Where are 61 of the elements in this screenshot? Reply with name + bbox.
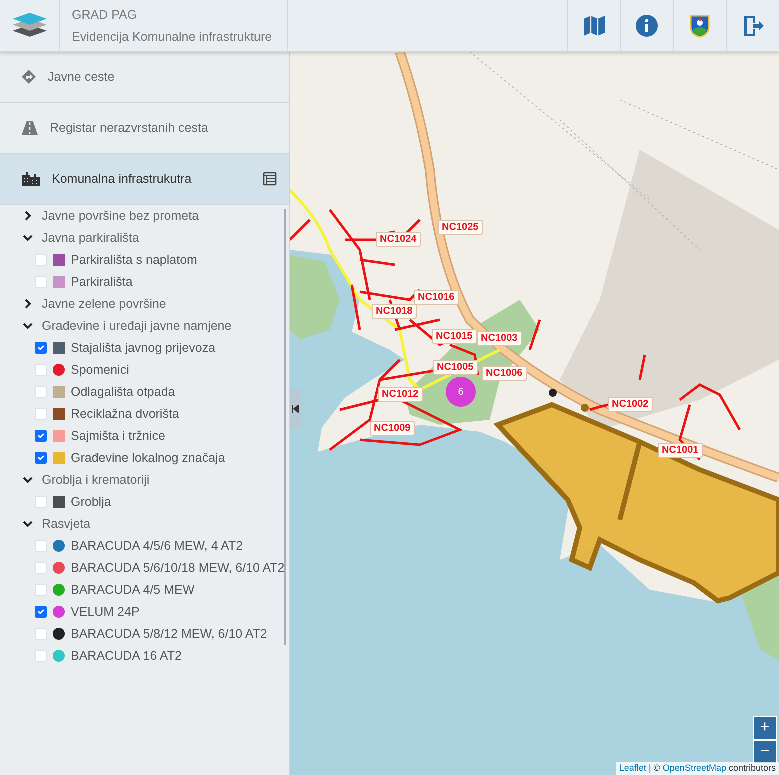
road-label[interactable]: NC1003 — [477, 331, 522, 346]
layer-label[interactable]: BARACUDA 5/6/10/18 MEW, 6/10 AT2 — [71, 558, 285, 578]
road-label[interactable]: NC1025 — [438, 220, 483, 235]
info-icon[interactable] — [635, 14, 659, 38]
map-icon[interactable] — [582, 14, 606, 38]
layer-label[interactable]: BARACUDA 16 AT2 — [71, 646, 182, 666]
collapse-icon[interactable] — [292, 405, 300, 413]
group-label[interactable]: Javna parkirališta — [42, 228, 140, 248]
nav-item[interactable]: Komunalna infrastrukutra — [0, 154, 289, 205]
collapse-sidebar-button[interactable] — [290, 389, 302, 429]
layer-label[interactable]: Reciklažna dvorišta — [71, 404, 180, 424]
layer-label[interactable]: BARACUDA 4/5/6 MEW, 4 AT2 — [71, 536, 244, 556]
group-label[interactable]: Građevine i uređaji javne namjene — [42, 316, 232, 336]
road-label[interactable]: NC1015 — [432, 329, 477, 344]
group-label[interactable]: Rasvjeta — [42, 514, 91, 534]
app-subtitle: Evidencija Komunalne infrastrukture — [72, 28, 274, 46]
group-label[interactable]: Groblja i krematoriji — [42, 470, 150, 490]
road-icon — [22, 121, 38, 135]
road-label[interactable]: NC1012 — [378, 387, 423, 402]
map-point-marker[interactable] — [581, 404, 589, 412]
scrollbar[interactable] — [284, 209, 286, 645]
zoom-out-button[interactable]: − — [753, 740, 777, 764]
layer-label[interactable]: Stajališta javnog prijevoza — [71, 338, 216, 358]
direction-sign-icon — [22, 70, 36, 84]
road-label[interactable]: NC1006 — [482, 366, 527, 381]
openstreetmap-link[interactable]: OpenStreetMap — [662, 762, 726, 772]
buildings-icon — [22, 172, 40, 186]
layer-checkbox[interactable] — [35, 606, 47, 618]
road-label[interactable]: NC1005 — [433, 360, 478, 375]
layer-checkbox[interactable] — [35, 342, 47, 354]
layer-checkbox[interactable] — [35, 452, 47, 464]
table-icon[interactable] — [263, 172, 277, 186]
group-label[interactable]: Javne površine bez prometa — [42, 206, 200, 226]
municipal-area-polygon[interactable] — [496, 402, 779, 604]
layer-label[interactable]: Parkirališta s naplatom — [71, 250, 198, 270]
group-label[interactable]: Javne zelene površine — [42, 294, 166, 314]
road-label[interactable]: NC1018 — [372, 304, 417, 319]
layer-label[interactable]: BARACUDA 5/8/12 MEW, 6/10 AT2 — [71, 624, 268, 644]
app-title: GRAD PAG — [72, 6, 138, 24]
logout-icon[interactable] — [741, 14, 765, 38]
road-label[interactable]: NC1024 — [376, 232, 421, 247]
layer-label[interactable]: Građevine lokalnog značaja — [71, 448, 226, 468]
road-label[interactable]: NC1002 — [608, 397, 653, 412]
layer-label[interactable]: Groblja — [71, 492, 112, 512]
layer-label[interactable]: Odlagališta otpada — [71, 382, 176, 402]
nav-item[interactable]: Javne ceste — [0, 52, 289, 103]
map-attribution: Leaflet | © OpenStreetMap contributors — [616, 762, 779, 775]
layer-label[interactable]: VELUM 24P — [71, 602, 140, 622]
zoom-in-button[interactable]: + — [753, 716, 777, 740]
road-label[interactable]: NC1001 — [658, 443, 703, 458]
layer-checkbox[interactable] — [35, 430, 47, 442]
layer-label[interactable]: Sajmišta i tržnice — [71, 426, 166, 446]
coat-of-arms-icon[interactable] — [688, 14, 712, 38]
road-label[interactable]: NC1009 — [370, 421, 415, 436]
nav-item[interactable]: Registar nerazvrstanih cesta — [0, 103, 289, 154]
layer-label[interactable]: Spomenici — [71, 360, 130, 380]
leaflet-link[interactable]: Leaflet — [619, 762, 646, 772]
road-label[interactable]: NC1016 — [414, 290, 459, 305]
layer-label[interactable]: BARACUDA 4/5 MEW — [71, 580, 195, 600]
map-point-marker[interactable] — [549, 389, 557, 397]
layer-label[interactable]: Parkirališta — [71, 272, 133, 292]
